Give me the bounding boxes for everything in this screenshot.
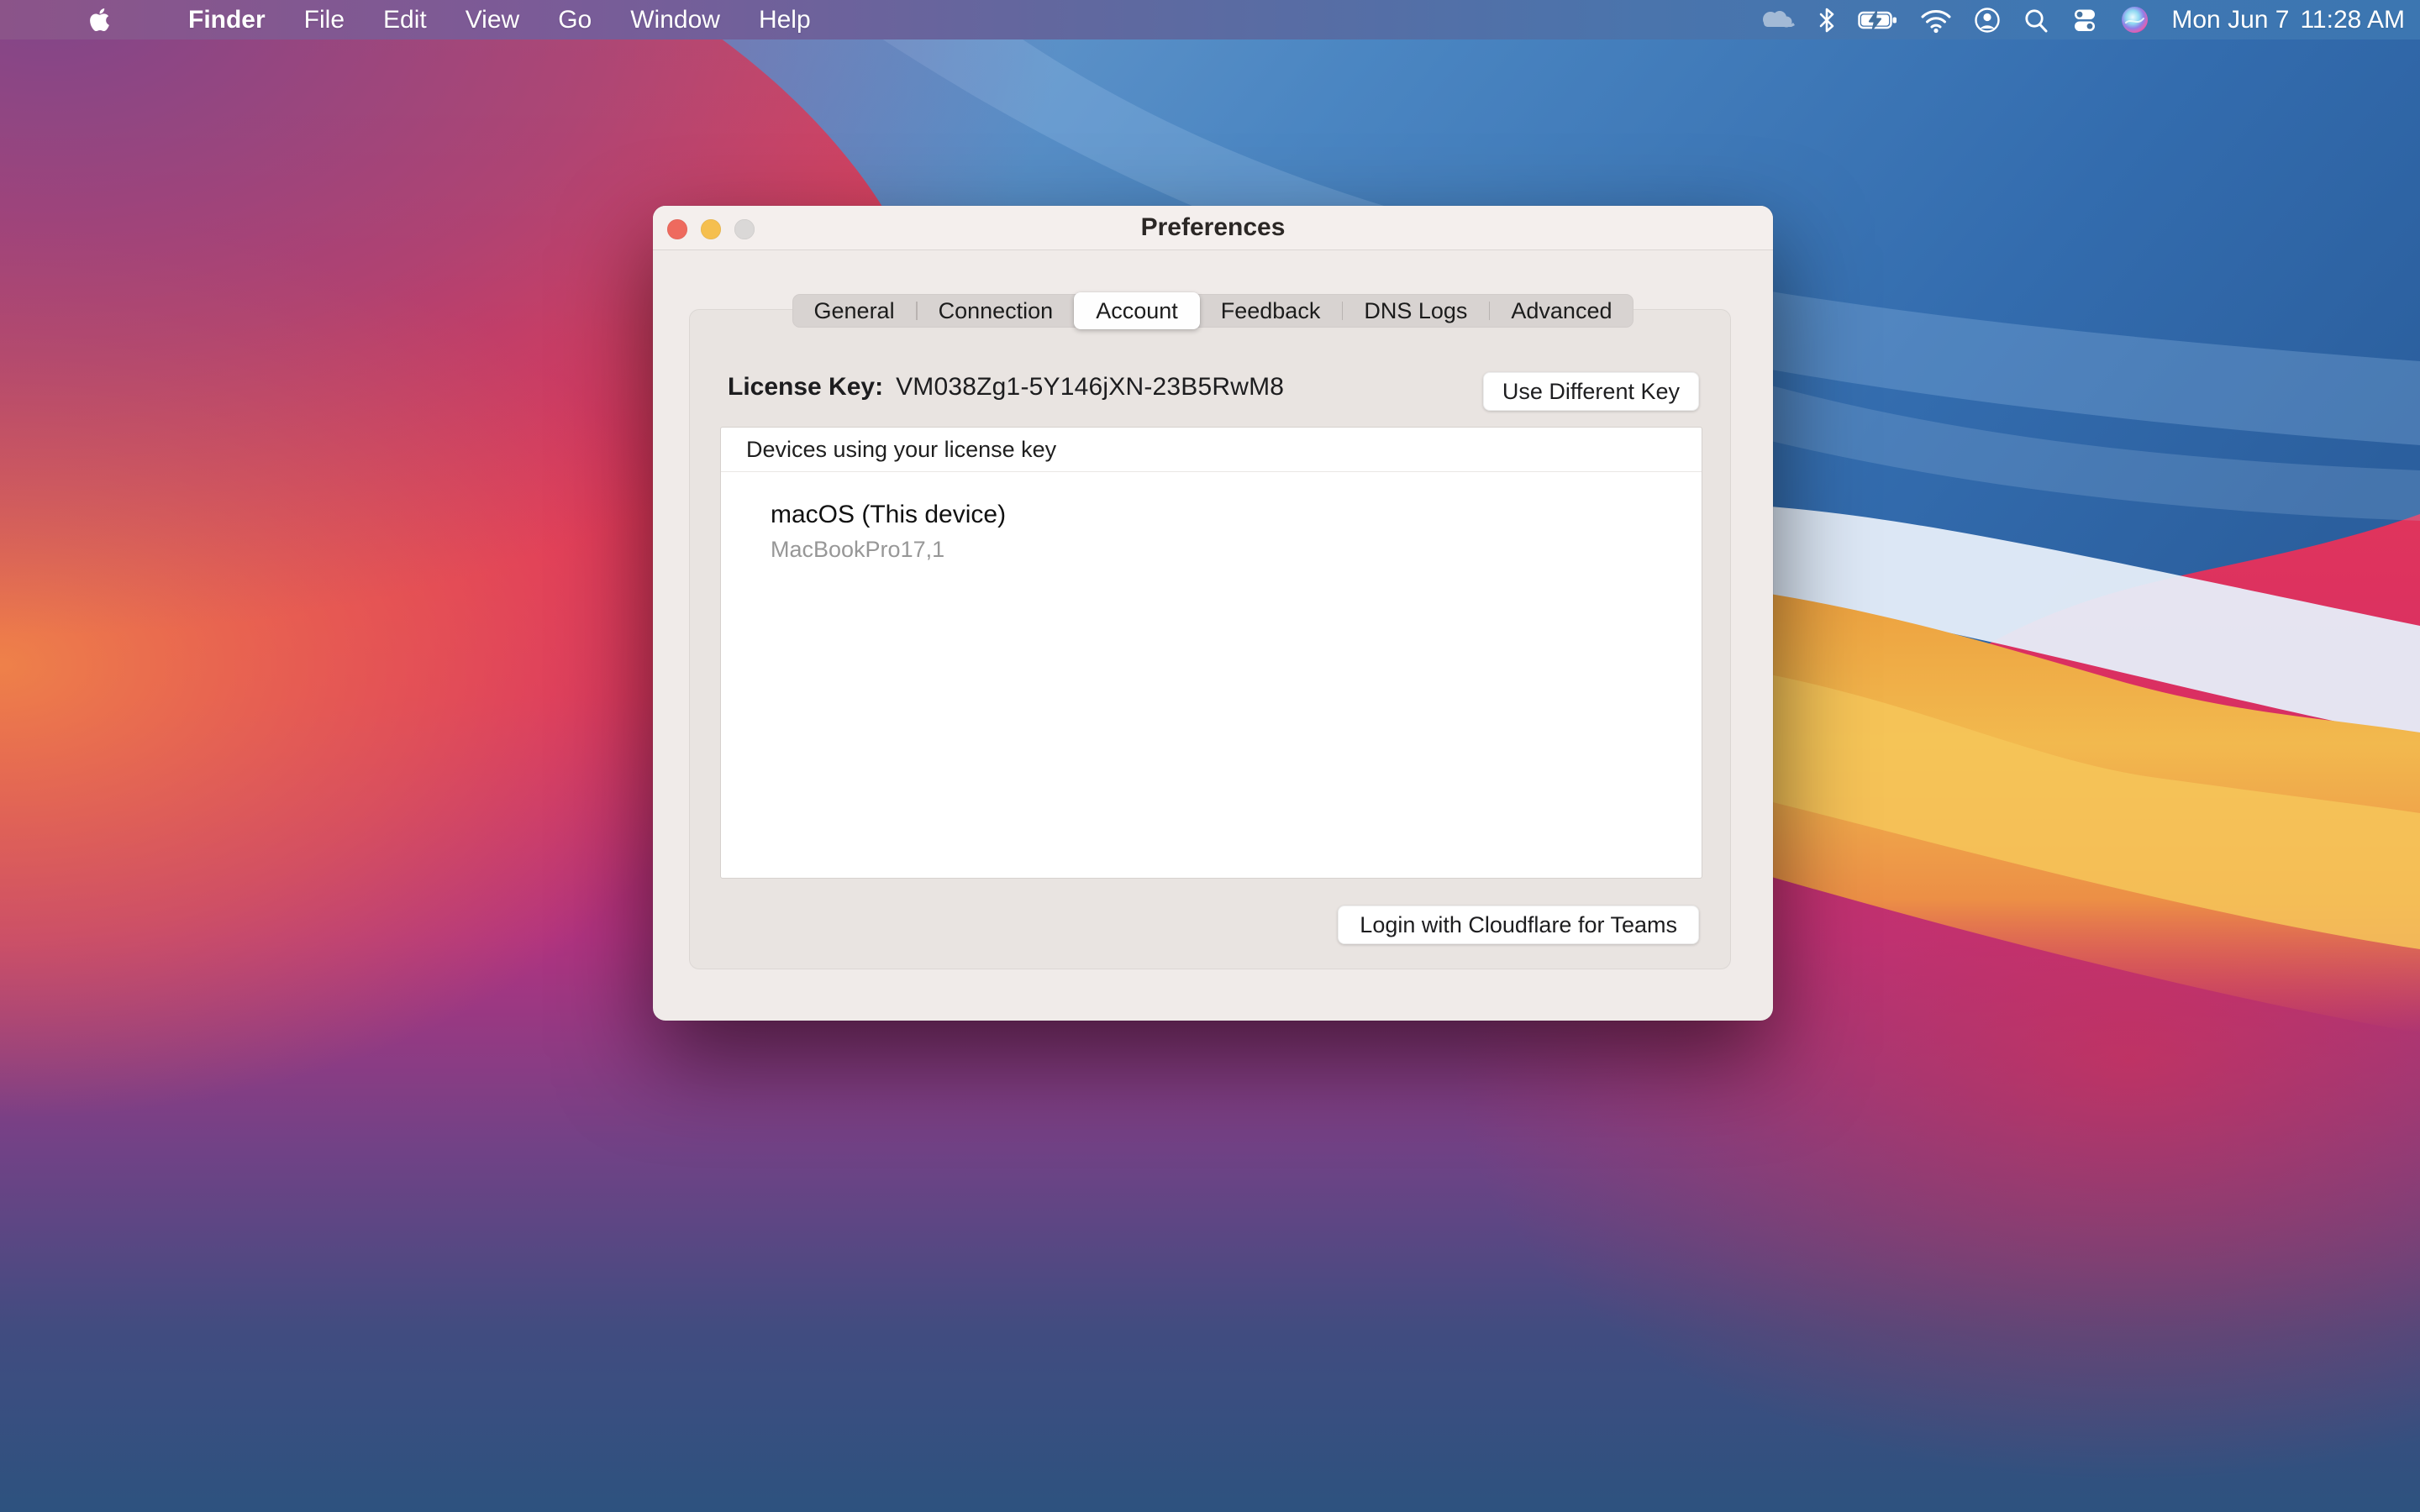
window-titlebar[interactable]: Preferences (653, 206, 1773, 250)
license-key-value: VM038Zg1-5Y146jXN-23B5RwM8 (896, 373, 1284, 402)
menu-bar-clock[interactable]: Mon Jun 7 11:28 AM (2171, 6, 2405, 34)
desktop: Finder File Edit View Go Window Help (0, 0, 2420, 1512)
wifi-icon[interactable] (1921, 0, 1951, 39)
user-account-icon[interactable] (1974, 0, 2001, 39)
tab-general[interactable]: General (792, 294, 917, 328)
device-model: MacBookPro17,1 (771, 537, 1702, 563)
tab-advanced[interactable]: Advanced (1489, 294, 1634, 328)
login-cloudflare-teams-button[interactable]: Login with Cloudflare for Teams (1338, 906, 1699, 944)
device-list-item: macOS (This device) MacBookPro17,1 (721, 472, 1702, 563)
menu-item-edit[interactable]: Edit (364, 0, 446, 39)
tab-dns-logs-label: DNS Logs (1364, 298, 1467, 324)
device-name: macOS (This device) (771, 501, 1702, 529)
menu-bar: Finder File Edit View Go Window Help (0, 0, 2420, 39)
minimize-button[interactable] (701, 219, 721, 239)
tab-connection[interactable]: Connection (917, 294, 1076, 328)
tab-general-label: General (814, 298, 895, 324)
zoom-button-disabled (734, 219, 755, 239)
tab-account[interactable]: Account (1074, 292, 1200, 329)
menu-item-window[interactable]: Window (611, 0, 739, 39)
menu-bar-status: Mon Jun 7 11:28 AM (1757, 0, 2420, 39)
menu-item-go[interactable]: Go (539, 0, 611, 39)
use-different-key-button[interactable]: Use Different Key (1483, 372, 1699, 411)
bluetooth-icon[interactable] (1818, 0, 1835, 39)
cloudflare-cloud-icon[interactable] (1757, 0, 1796, 39)
control-center-icon[interactable] (2071, 0, 2098, 39)
tab-feedback-label: Feedback (1221, 298, 1321, 324)
siri-icon[interactable] (2121, 0, 2149, 39)
menu-item-view[interactable]: View (446, 0, 539, 39)
menu-bar-left: Finder File Edit View Go Window Help (0, 0, 830, 39)
menu-item-file[interactable]: File (285, 0, 364, 39)
devices-list-header: Devices using your license key (721, 428, 1702, 472)
menu-item-help[interactable]: Help (739, 0, 830, 39)
apple-logo-icon (89, 7, 110, 33)
menu-item-finder[interactable]: Finder (169, 0, 285, 39)
preferences-window: Preferences General Connection Account F… (653, 206, 1773, 1021)
clock-time: 11:28 AM (2300, 6, 2405, 34)
devices-list-box: Devices using your license key macOS (Th… (720, 427, 1702, 879)
tab-account-label: Account (1096, 298, 1178, 324)
spotlight-search-icon[interactable] (2023, 0, 2049, 39)
clock-date: Mon Jun 7 (2171, 6, 2289, 34)
tab-feedback[interactable]: Feedback (1199, 294, 1343, 328)
battery-icon[interactable] (1858, 0, 1898, 39)
preferences-tab-bar: General Connection Account Feedback DNS … (792, 294, 1634, 328)
traffic-lights (667, 219, 755, 239)
tab-connection-label: Connection (939, 298, 1054, 324)
apple-menu[interactable] (81, 0, 118, 39)
account-tab-panel: License Key: VM038Zg1-5Y146jXN-23B5RwM8 … (689, 309, 1731, 969)
close-button[interactable] (667, 219, 687, 239)
license-key-label: License Key: (728, 373, 883, 402)
tab-advanced-label: Advanced (1511, 298, 1612, 324)
tab-dns-logs[interactable]: DNS Logs (1342, 294, 1489, 328)
license-key-row: License Key: VM038Zg1-5Y146jXN-23B5RwM8 (728, 369, 1284, 406)
window-title: Preferences (1141, 213, 1286, 242)
